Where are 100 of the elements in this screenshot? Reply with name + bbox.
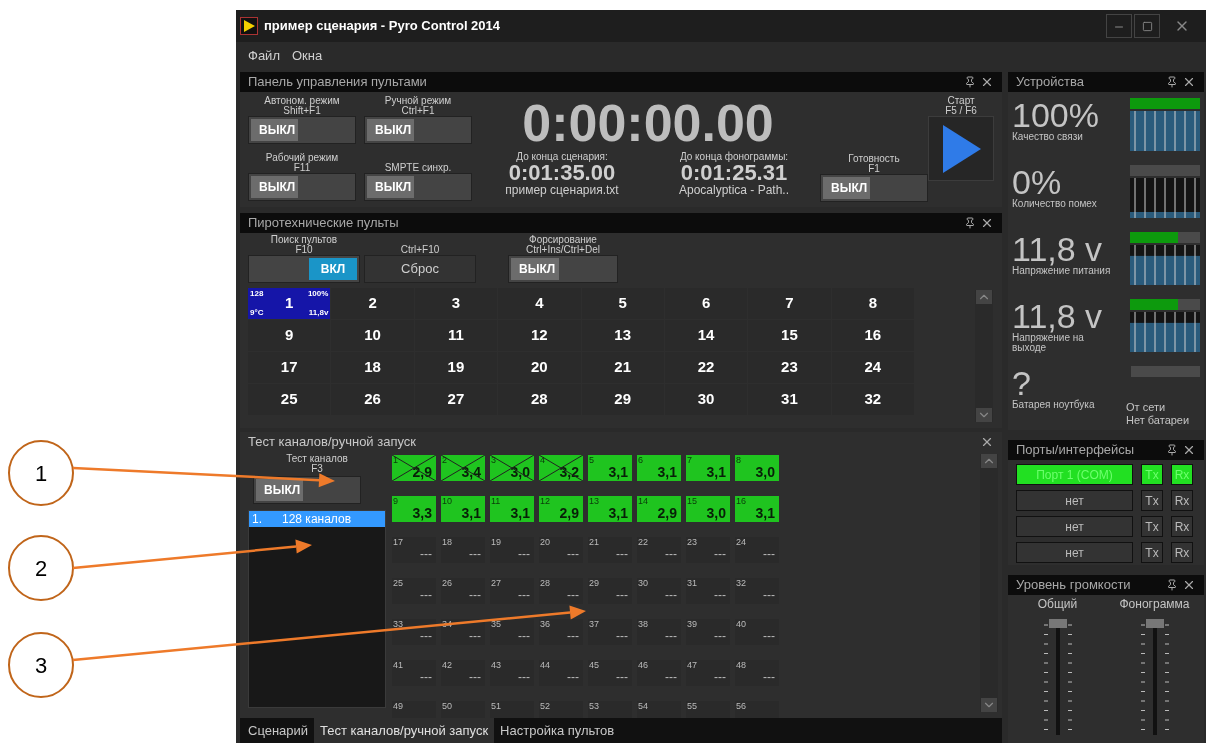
channel-cell[interactable]: 53 [588,701,632,718]
console-cell[interactable]: 5 [581,288,664,319]
channel-cell[interactable]: 49 [392,701,436,718]
channel-cell[interactable]: 16 3,1 [735,496,779,522]
toggle-switch[interactable]: ВЫКЛ [508,255,618,283]
toggle-switch[interactable]: ВЫКЛ [248,116,356,144]
console-cell[interactable]: 31 [748,384,831,415]
pin-icon[interactable] [964,217,976,229]
channel-cell[interactable]: 43 --- [490,660,534,686]
channel-cell[interactable]: 44 --- [539,660,583,686]
close-icon[interactable] [1182,578,1196,592]
console-cell[interactable]: 21 [581,352,664,383]
port-field[interactable]: нет [1016,542,1133,563]
scrollbar[interactable] [975,290,993,422]
close-icon[interactable] [1182,75,1196,89]
toggle-switch[interactable]: ВЫКЛ [364,172,472,201]
channel-cell[interactable]: 45 --- [588,660,632,686]
channel-cell[interactable]: 21 --- [588,537,632,563]
channel-cell[interactable]: 42 --- [441,660,485,686]
channel-cell[interactable]: 24 --- [735,537,779,563]
channel-cell[interactable]: 26 --- [441,578,485,604]
channel-cell[interactable]: 41 --- [392,660,436,686]
console-cell[interactable]: 28 [498,384,581,415]
channel-cell[interactable]: 46 --- [637,660,681,686]
console-cell[interactable]: 12 [498,320,581,351]
port-field[interactable]: нет [1016,516,1133,537]
channel-cell[interactable]: 8 3,0 [735,455,779,481]
console-cell[interactable]: 19 [414,352,498,383]
channel-cell[interactable]: 20 --- [539,537,583,563]
channel-cell[interactable]: 22 --- [637,537,681,563]
channel-cell[interactable]: 52 [539,701,583,718]
scrollbar[interactable] [980,454,998,712]
channel-cell[interactable]: 25 --- [392,578,436,604]
close-icon[interactable] [980,75,994,89]
console-cell[interactable]: 29 [581,384,664,415]
close-icon[interactable] [980,216,994,230]
channel-cell[interactable]: 33 --- [392,619,436,645]
console-cell[interactable]: 8 [831,288,914,319]
console-cell[interactable]: 4 [498,288,581,319]
console-cell[interactable]: 9 [248,320,331,351]
console-cell[interactable]: 18 [331,352,414,383]
reset-button[interactable]: Сброс [364,255,476,283]
bottom-tab[interactable]: Настройка пультов [494,718,621,743]
toggle-switch[interactable]: ВЫКЛ [248,172,356,201]
bottom-tab[interactable]: Тест каналов/ручной запуск [314,718,495,743]
console-cell[interactable]: 26 [331,384,414,415]
channel-cell[interactable]: 27 --- [490,578,534,604]
pin-icon[interactable] [964,76,976,88]
channel-cell[interactable]: 35 --- [490,619,534,645]
console-cell[interactable]: 6 [664,288,748,319]
channel-cell[interactable]: 13 3,1 [588,496,632,522]
channel-cell[interactable]: 48 --- [735,660,779,686]
channel-cell[interactable]: 12 2,9 [539,496,583,522]
pin-icon[interactable] [1166,76,1178,88]
console-cell[interactable]: 30 [664,384,748,415]
channel-cell[interactable]: 18 --- [441,537,485,563]
channel-cell[interactable]: 5 3,1 [588,455,632,481]
channel-cell[interactable]: 28 --- [539,578,583,604]
pin-icon[interactable] [1166,444,1178,456]
scroll-down-icon[interactable] [976,408,992,422]
channel-cell[interactable]: 37 --- [588,619,632,645]
channel-cell[interactable]: 23 --- [686,537,730,563]
console-cell[interactable]: 32 [831,384,914,415]
slider-thumb[interactable] [1048,619,1067,628]
channel-cell[interactable]: 38 --- [637,619,681,645]
channel-cell[interactable]: 39 --- [686,619,730,645]
channel-cell[interactable]: 40 --- [735,619,779,645]
console-cell[interactable]: 15 [748,320,831,351]
toggle-switch[interactable]: ВЫКЛ [364,116,472,144]
toggle-switch[interactable]: ВЫКЛ [253,476,361,504]
console-cell[interactable]: 13 [581,320,664,351]
menu-item[interactable]: Файл [248,46,280,66]
console-cell[interactable]: 7 [748,288,831,319]
console-cell[interactable]: 14 [664,320,748,351]
channel-cell[interactable]: 11 3,1 [490,496,534,522]
console-cell[interactable]: 20 [498,352,581,383]
channel-cell[interactable]: 6 3,1 [637,455,681,481]
console-cell[interactable]: 1 128 100% 9°C 11,8v [248,288,331,319]
console-cell[interactable]: 2 [331,288,414,319]
console-cell[interactable]: 11 [414,320,498,351]
console-cell[interactable]: 23 [748,352,831,383]
channel-cell[interactable]: 29 --- [588,578,632,604]
channel-cell[interactable]: 30 --- [637,578,681,604]
console-cell[interactable]: 10 [331,320,414,351]
console-cell[interactable]: 17 [248,352,331,383]
console-cell[interactable]: 16 [831,320,914,351]
channel-cell[interactable]: 47 --- [686,660,730,686]
channel-cell[interactable]: 54 [637,701,681,718]
console-cell[interactable]: 27 [414,384,498,415]
channel-cell[interactable]: 19 --- [490,537,534,563]
pin-icon[interactable] [1166,579,1178,591]
channel-cell[interactable]: 32 --- [735,578,779,604]
maximize-button[interactable] [1134,14,1160,38]
scroll-up-icon[interactable] [976,290,992,304]
channel-cell[interactable]: 9 3,3 [392,496,436,522]
close-icon[interactable] [1182,443,1196,457]
console-cell[interactable]: 3 [414,288,498,319]
close-icon[interactable] [980,435,994,449]
channel-cell[interactable]: 55 [686,701,730,718]
channel-cell[interactable]: 56 [735,701,779,718]
